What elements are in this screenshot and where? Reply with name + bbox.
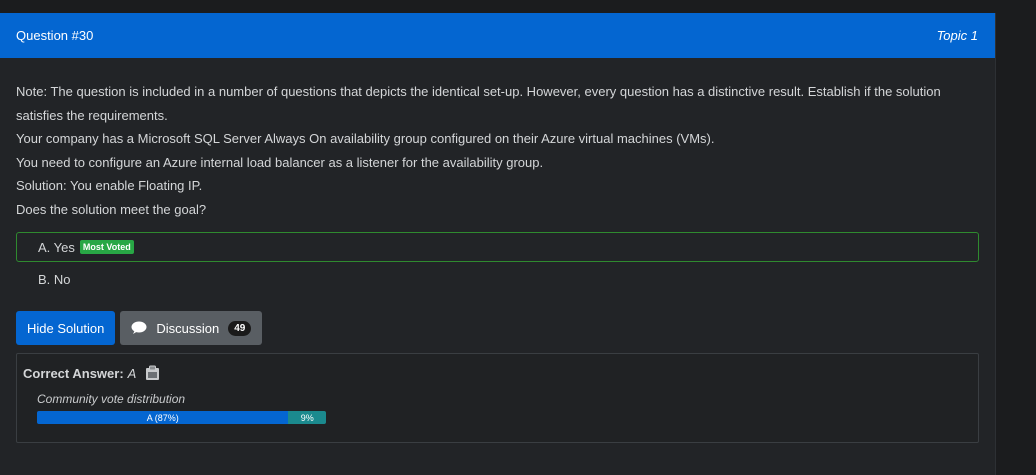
correct-answer-value: A — [127, 365, 137, 381]
choice-a[interactable]: A. Yes Most Voted — [16, 232, 979, 262]
discussion-count-badge: 49 — [228, 320, 252, 336]
question-text: Note: The question is included in a numb… — [16, 80, 979, 221]
choice-a-label: A. Yes — [38, 239, 75, 255]
answer-choices: A. Yes Most Voted B. No — [16, 232, 979, 294]
question-card: Question #30 Topic 1 Note: The question … — [0, 13, 996, 475]
vote-distribution-bar: A (87%) 9% — [37, 411, 326, 424]
discussion-button[interactable]: Discussion 49 — [120, 311, 263, 345]
clipboard-icon[interactable] — [145, 365, 160, 381]
choice-b-label: B. No — [38, 271, 71, 287]
correct-answer-panel: Correct Answer: A Community vote distrib… — [16, 353, 979, 443]
question-paragraph: Note: The question is included in a numb… — [16, 84, 941, 123]
correct-answer-label: Correct Answer: — [23, 365, 124, 381]
vote-segment-1: 9% — [288, 411, 326, 424]
action-buttons: Hide Solution Discussion 49 — [16, 311, 979, 345]
question-paragraph: Solution: You enable Floating IP. — [16, 178, 203, 193]
speech-bubble-icon — [131, 321, 147, 335]
question-paragraph: Your company has a Microsoft SQL Server … — [16, 131, 715, 146]
question-header: Question #30 Topic 1 — [0, 13, 995, 58]
most-voted-badge: Most Voted — [79, 240, 134, 254]
hide-solution-label: Hide Solution — [27, 320, 105, 336]
discussion-label: Discussion — [156, 320, 220, 336]
hide-solution-button[interactable]: Hide Solution — [16, 311, 116, 345]
choice-b[interactable]: B. No — [16, 264, 979, 294]
question-paragraph: Does the solution meet the goal? — [16, 201, 207, 217]
question-number: Question #30 — [16, 28, 94, 43]
vote-distribution-title: Community vote distribution — [37, 392, 186, 406]
question-paragraph: You need to configure an Azure internal … — [16, 154, 544, 170]
topic-label: Topic 1 — [936, 28, 978, 43]
vote-segment-0: A (87%) — [37, 411, 289, 424]
